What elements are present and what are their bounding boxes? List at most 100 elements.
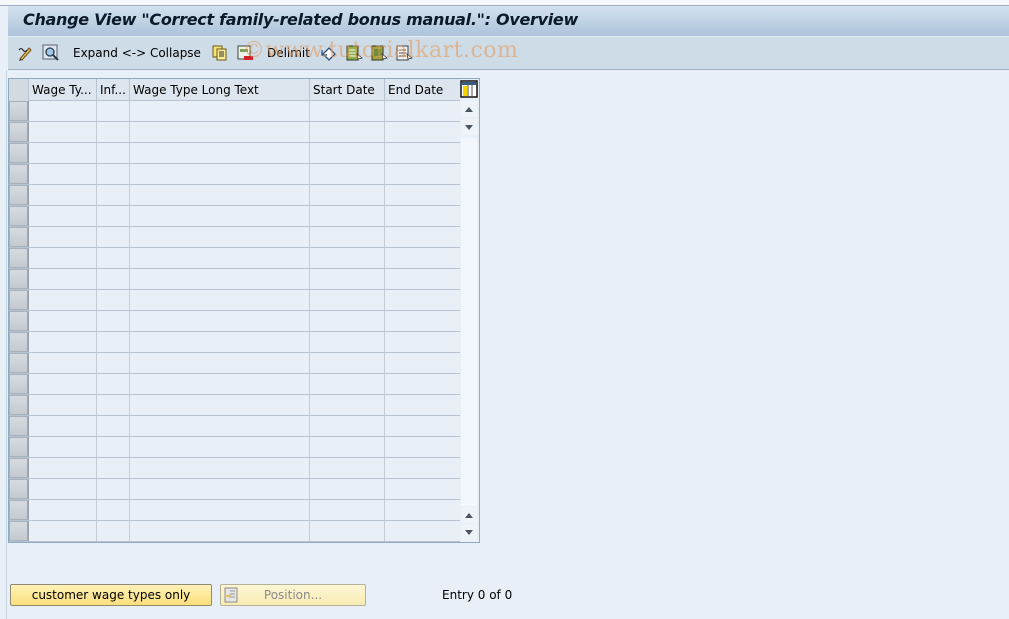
cell-info[interactable] bbox=[97, 311, 130, 331]
cell-start-date[interactable] bbox=[310, 521, 385, 541]
undo-change-icon[interactable] bbox=[320, 44, 338, 62]
cell-end-date[interactable] bbox=[385, 458, 460, 478]
cell-start-date[interactable] bbox=[310, 458, 385, 478]
row-selector-button[interactable] bbox=[9, 479, 29, 499]
cell-wage-type[interactable] bbox=[29, 374, 97, 394]
cell-wage-type[interactable] bbox=[29, 458, 97, 478]
cell-start-date[interactable] bbox=[310, 122, 385, 142]
column-header-wage-type-long-text[interactable]: Wage Type Long Text bbox=[130, 79, 310, 101]
cell-wage-type[interactable] bbox=[29, 122, 97, 142]
cell-wage-type[interactable] bbox=[29, 143, 97, 163]
cell-start-date[interactable] bbox=[310, 395, 385, 415]
row-selector-button[interactable] bbox=[9, 227, 29, 247]
row-selector-button[interactable] bbox=[9, 353, 29, 373]
cell-wage-type-long-text[interactable] bbox=[130, 395, 310, 415]
cell-wage-type[interactable] bbox=[29, 290, 97, 310]
cell-end-date[interactable] bbox=[385, 395, 460, 415]
cell-start-date[interactable] bbox=[310, 311, 385, 331]
cell-end-date[interactable] bbox=[385, 248, 460, 268]
cell-wage-type[interactable] bbox=[29, 521, 97, 541]
cell-info[interactable] bbox=[97, 269, 130, 289]
cell-end-date[interactable] bbox=[385, 500, 460, 520]
scrollbar-track[interactable] bbox=[461, 138, 477, 506]
select-all-icon[interactable] bbox=[345, 44, 363, 62]
cell-end-date[interactable] bbox=[385, 332, 460, 352]
cell-wage-type[interactable] bbox=[29, 164, 97, 184]
cell-info[interactable] bbox=[97, 479, 130, 499]
cell-info[interactable] bbox=[97, 227, 130, 247]
cell-start-date[interactable] bbox=[310, 332, 385, 352]
cell-wage-type[interactable] bbox=[29, 206, 97, 226]
cell-start-date[interactable] bbox=[310, 500, 385, 520]
cell-end-date[interactable] bbox=[385, 290, 460, 310]
cell-wage-type[interactable] bbox=[29, 311, 97, 331]
column-header-info[interactable]: Inf... bbox=[97, 79, 130, 101]
row-selector-button[interactable] bbox=[9, 164, 29, 184]
deselect-all-icon[interactable] bbox=[395, 44, 413, 62]
row-selector-button[interactable] bbox=[9, 248, 29, 268]
cell-start-date[interactable] bbox=[310, 353, 385, 373]
cell-info[interactable] bbox=[97, 353, 130, 373]
expand-collapse-button[interactable]: Expand <-> Collapse bbox=[73, 46, 201, 60]
delimit-button[interactable]: Delimit bbox=[267, 46, 310, 60]
cell-wage-type-long-text[interactable] bbox=[130, 332, 310, 352]
cell-start-date[interactable] bbox=[310, 416, 385, 436]
cell-wage-type[interactable] bbox=[29, 227, 97, 247]
cell-info[interactable] bbox=[97, 185, 130, 205]
row-selector-button[interactable] bbox=[9, 416, 29, 436]
cell-start-date[interactable] bbox=[310, 479, 385, 499]
cell-wage-type-long-text[interactable] bbox=[130, 185, 310, 205]
cell-wage-type-long-text[interactable] bbox=[130, 101, 310, 121]
cell-end-date[interactable] bbox=[385, 227, 460, 247]
delete-icon[interactable] bbox=[236, 44, 254, 62]
cell-info[interactable] bbox=[97, 332, 130, 352]
cell-wage-type-long-text[interactable] bbox=[130, 458, 310, 478]
cell-wage-type[interactable] bbox=[29, 416, 97, 436]
select-block-icon[interactable] bbox=[370, 44, 388, 62]
cell-end-date[interactable] bbox=[385, 206, 460, 226]
cell-start-date[interactable] bbox=[310, 437, 385, 457]
cell-wage-type[interactable] bbox=[29, 332, 97, 352]
cell-end-date[interactable] bbox=[385, 269, 460, 289]
row-selector-button[interactable] bbox=[9, 206, 29, 226]
cell-end-date[interactable] bbox=[385, 143, 460, 163]
cell-info[interactable] bbox=[97, 143, 130, 163]
column-header-wage-type[interactable]: Wage Ty... bbox=[29, 79, 97, 101]
cell-wage-type-long-text[interactable] bbox=[130, 374, 310, 394]
row-selector-button[interactable] bbox=[9, 101, 29, 121]
row-selector-button[interactable] bbox=[9, 521, 29, 541]
cell-wage-type[interactable] bbox=[29, 248, 97, 268]
cell-info[interactable] bbox=[97, 458, 130, 478]
cell-wage-type-long-text[interactable] bbox=[130, 521, 310, 541]
change-display-toggle-icon[interactable] bbox=[17, 44, 35, 62]
cell-start-date[interactable] bbox=[310, 227, 385, 247]
cell-info[interactable] bbox=[97, 164, 130, 184]
cell-end-date[interactable] bbox=[385, 101, 460, 121]
row-selector-button[interactable] bbox=[9, 269, 29, 289]
cell-wage-type[interactable] bbox=[29, 185, 97, 205]
row-selector-button[interactable] bbox=[9, 311, 29, 331]
row-selector-button[interactable] bbox=[9, 458, 29, 478]
cell-wage-type-long-text[interactable] bbox=[130, 416, 310, 436]
cell-info[interactable] bbox=[97, 416, 130, 436]
cell-wage-type[interactable] bbox=[29, 479, 97, 499]
scroll-up-button[interactable] bbox=[461, 101, 477, 117]
cell-end-date[interactable] bbox=[385, 185, 460, 205]
row-selector-button[interactable] bbox=[9, 500, 29, 520]
cell-info[interactable] bbox=[97, 374, 130, 394]
cell-end-date[interactable] bbox=[385, 521, 460, 541]
cell-end-date[interactable] bbox=[385, 353, 460, 373]
cell-info[interactable] bbox=[97, 437, 130, 457]
cell-info[interactable] bbox=[97, 290, 130, 310]
cell-start-date[interactable] bbox=[310, 101, 385, 121]
cell-end-date[interactable] bbox=[385, 479, 460, 499]
row-selector-button[interactable] bbox=[9, 395, 29, 415]
table-settings-icon[interactable] bbox=[460, 80, 478, 98]
row-selector-button[interactable] bbox=[9, 374, 29, 394]
cell-wage-type[interactable] bbox=[29, 500, 97, 520]
row-selector-button[interactable] bbox=[9, 332, 29, 352]
cell-start-date[interactable] bbox=[310, 290, 385, 310]
cell-info[interactable] bbox=[97, 500, 130, 520]
position-button[interactable]: Position... bbox=[220, 584, 366, 606]
column-header-start-date[interactable]: Start Date bbox=[310, 79, 385, 101]
